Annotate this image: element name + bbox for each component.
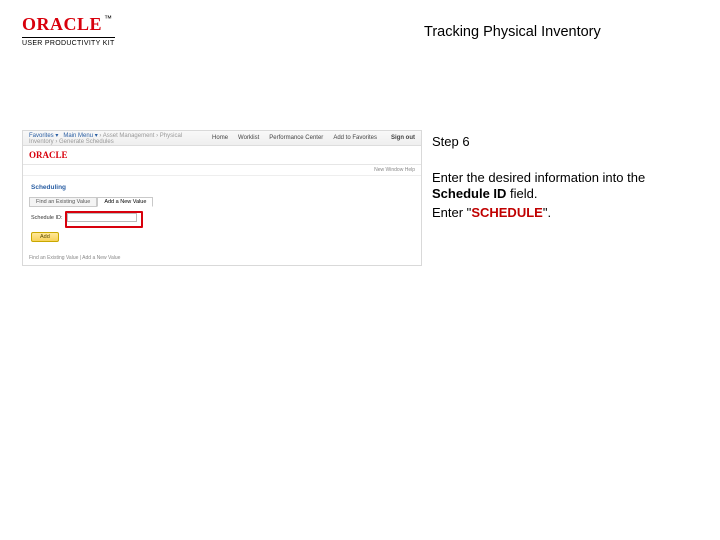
app-heading: Scheduling bbox=[31, 184, 415, 191]
instruction-line1: Enter the desired information into the S… bbox=[432, 170, 662, 203]
instruction-block: Enter the desired information into the S… bbox=[432, 170, 662, 221]
menu-addfav[interactable]: Add to Favorites bbox=[333, 135, 377, 141]
instr2-post: ". bbox=[543, 205, 551, 220]
instr2-value: SCHEDULE bbox=[471, 205, 543, 220]
instr2-pre: Enter " bbox=[432, 205, 471, 220]
app-logo-row: ORACLE bbox=[23, 146, 421, 165]
page: ORACLE™ USER PRODUCTIVITY KIT Tracking P… bbox=[0, 0, 720, 540]
schedule-id-field[interactable] bbox=[67, 213, 137, 222]
schedule-id-wrap bbox=[67, 213, 137, 222]
app-tabs: Find an Existing Value Add a New Value bbox=[29, 197, 415, 207]
signout-link[interactable]: Sign out bbox=[391, 135, 415, 141]
step-label: Step 6 bbox=[432, 134, 470, 149]
app-body: Scheduling Find an Existing Value Add a … bbox=[23, 176, 421, 246]
top-menus: Home Worklist Performance Center Add to … bbox=[212, 135, 377, 141]
add-button[interactable]: Add bbox=[31, 232, 59, 242]
oracle-logo: ORACLE bbox=[22, 14, 102, 34]
instr-field-name: Schedule ID bbox=[432, 186, 506, 201]
breadcrumb: Favorites ▾ Main Menu ▾ › Asset Manageme… bbox=[29, 132, 198, 145]
tab-find-existing[interactable]: Find an Existing Value bbox=[29, 197, 97, 207]
instr-post: field. bbox=[506, 186, 537, 201]
menu-worklist[interactable]: Worklist bbox=[238, 135, 259, 141]
app-screenshot: Favorites ▾ Main Menu ▾ › Asset Manageme… bbox=[22, 130, 422, 266]
schedule-id-label: Schedule ID: bbox=[31, 215, 63, 221]
app-topbar: Favorites ▾ Main Menu ▾ › Asset Manageme… bbox=[23, 131, 421, 146]
page-title: Tracking Physical Inventory bbox=[424, 24, 601, 40]
brand-block: ORACLE™ USER PRODUCTIVITY KIT bbox=[22, 14, 115, 47]
trademark: ™ bbox=[104, 14, 112, 23]
schedule-id-row: Schedule ID: bbox=[31, 213, 415, 222]
tab-add-new[interactable]: Add a New Value bbox=[97, 197, 153, 207]
app-status-row: New Window Help bbox=[23, 165, 421, 176]
oracle-logo-small: ORACLE bbox=[29, 150, 68, 160]
instr-pre: Enter the desired information into the bbox=[432, 170, 645, 185]
brand-subtitle: USER PRODUCTIVITY KIT bbox=[22, 37, 115, 47]
menu-home[interactable]: Home bbox=[212, 135, 228, 141]
menu-perf[interactable]: Performance Center bbox=[269, 135, 323, 141]
app-footer-links: Find an Existing Value | Add a New Value bbox=[29, 255, 120, 261]
instruction-line2: Enter "SCHEDULE". bbox=[432, 205, 662, 221]
